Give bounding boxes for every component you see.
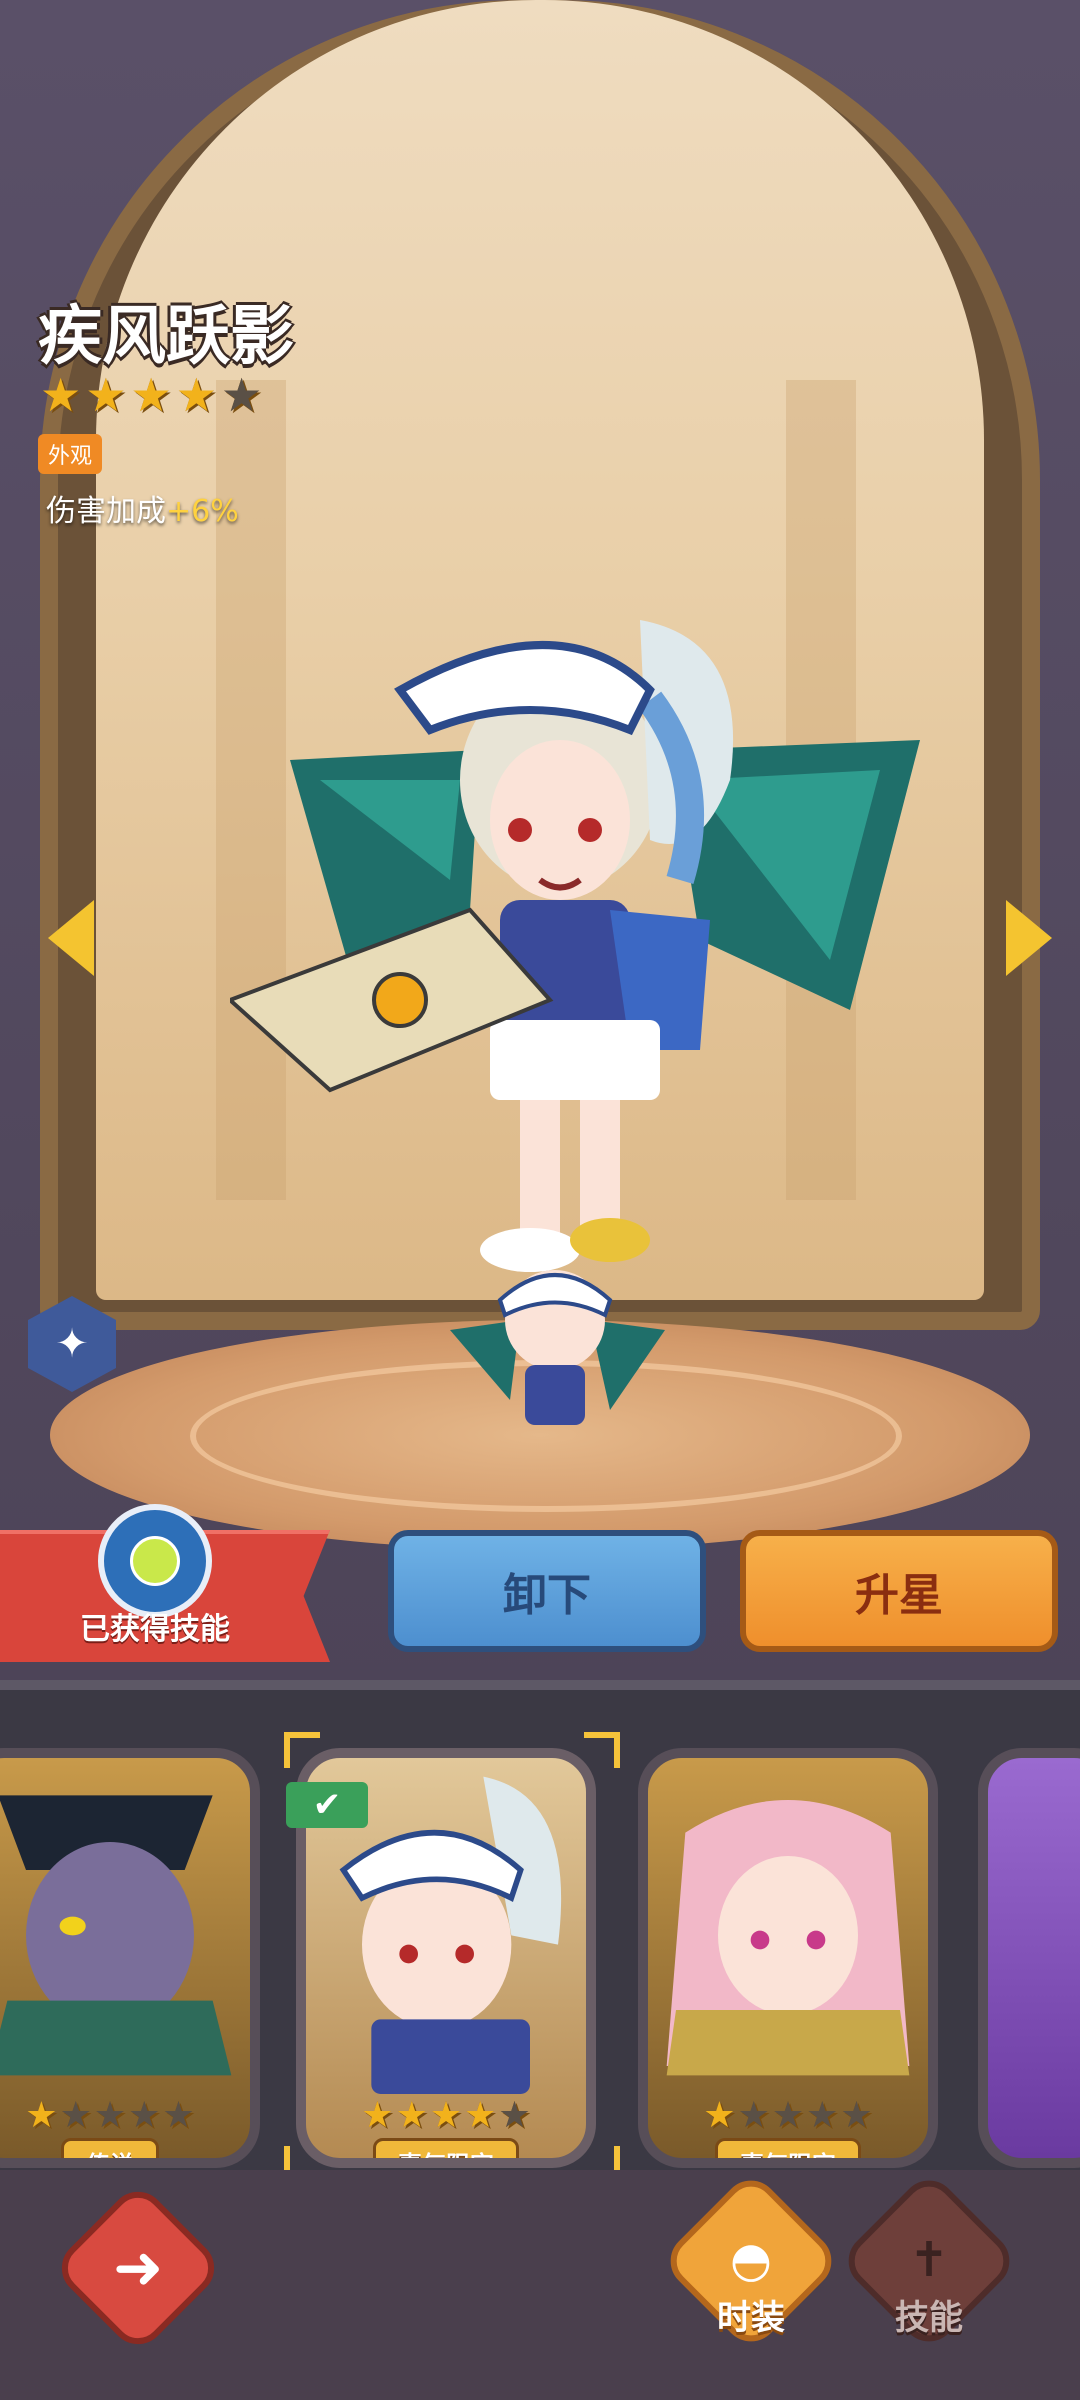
skin-portrait xyxy=(666,1800,910,2076)
hat-icon: ◓ xyxy=(730,2232,772,2288)
star-empty-icon: ★ xyxy=(93,2095,127,2136)
star-empty-icon: ★ xyxy=(59,2095,92,2136)
star-icon: ★ xyxy=(361,2095,394,2136)
star-empty-icon: ★ xyxy=(840,2095,873,2136)
skin-card-label: 喜气限定 xyxy=(373,2138,519,2158)
star-icon: ★ xyxy=(175,368,217,422)
star-icon: ★ xyxy=(395,2095,428,2136)
star-empty-icon: ★ xyxy=(806,2095,839,2136)
star-empty-icon: ★ xyxy=(771,2095,805,2136)
star-icon: ★ xyxy=(40,368,82,422)
check-icon: ✔ xyxy=(286,1782,368,1828)
skin-card-stars: ★ ★ ★ ★ ★ xyxy=(0,2098,250,2134)
nav-skill-label: 技能 xyxy=(895,2298,963,2338)
tennis-ball-icon[interactable] xyxy=(98,1504,212,1618)
skin-star-rating: ★ ★ ★ ★ ★ xyxy=(40,372,262,418)
skin-card[interactable]: ★ ★ ★ ★ ★ 喜气限定 xyxy=(638,1748,938,2168)
star-icon: ★ xyxy=(130,368,172,422)
hero-character-image xyxy=(230,620,920,1272)
star-icon: ★ xyxy=(464,2095,497,2136)
skin-card-label: 喜气限定 xyxy=(715,2138,861,2158)
star-icon: ★ xyxy=(85,368,127,422)
bonus-value: +6% xyxy=(166,494,239,529)
star-empty-icon: ★ xyxy=(221,368,263,422)
star-empty-icon: ★ xyxy=(162,2095,195,2136)
skill-obtained-label: 已获得技能 xyxy=(80,1612,230,1647)
star-icon: ★ xyxy=(429,2095,463,2136)
skin-title: 疾风跃影 xyxy=(38,300,294,374)
upgrade-star-button[interactable]: 升星 xyxy=(740,1530,1058,1652)
skin-card[interactable]: ★ ★ ★ ★ ★ 传说 xyxy=(0,1748,260,2168)
sword-icon: ✝ xyxy=(908,2232,950,2288)
skin-card-label: 传说 xyxy=(61,2138,159,2158)
skin-card-stars: ★ ★ ★ ★ ★ xyxy=(648,2098,928,2134)
skin-card-stars: ★ ★ ★ ★ ★ xyxy=(306,2098,586,2134)
star-empty-icon: ★ xyxy=(498,2095,531,2136)
next-skin-arrow-icon[interactable] xyxy=(1006,900,1052,976)
selection-corner xyxy=(284,1732,320,1768)
hero-chibi-preview xyxy=(450,1270,665,1425)
bonus-stat: 伤害加成+6% xyxy=(46,486,239,530)
skin-portrait xyxy=(0,1795,232,2076)
star-icon: ★ xyxy=(703,2095,736,2136)
selection-corner xyxy=(584,1732,620,1768)
nav-costume-label: 时装 xyxy=(717,2298,785,2338)
skin-type-tag: 外观 xyxy=(38,434,103,474)
star-empty-icon: ★ xyxy=(128,2095,161,2136)
bonus-label: 伤害加成 xyxy=(46,494,166,529)
star-icon: ★ xyxy=(25,2095,58,2136)
prev-skin-arrow-icon[interactable] xyxy=(48,900,94,976)
skin-card-partial[interactable] xyxy=(978,1748,1080,2168)
unequip-button[interactable]: 卸下 xyxy=(388,1530,706,1652)
star-empty-icon: ★ xyxy=(737,2095,770,2136)
back-arrow-icon: ➜ xyxy=(112,2233,164,2303)
